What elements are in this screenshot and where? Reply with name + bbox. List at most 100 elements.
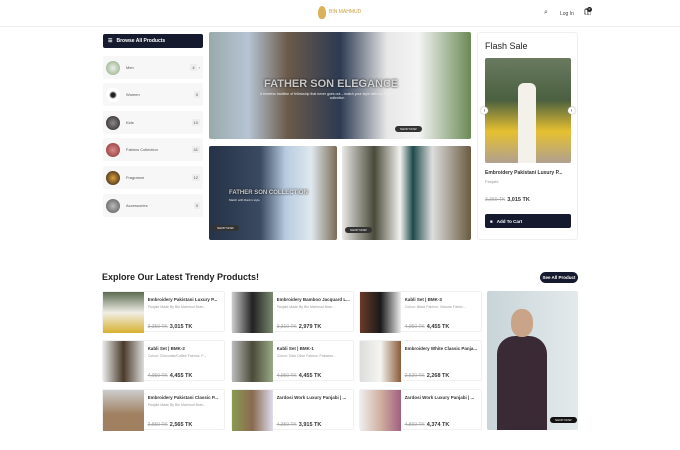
category-count: 12: [191, 174, 200, 181]
sale-price: 2,565 TK: [169, 422, 193, 428]
product-price: 4,860 TK 4,374 TK: [405, 413, 477, 429]
promo-face: [511, 309, 533, 337]
product-price: 3,350 TK 3,015 TK: [148, 315, 220, 331]
flash-sale-title: Flash Sale: [485, 41, 528, 51]
product-image[interactable]: [232, 390, 273, 431]
browse-all-products-button[interactable]: ☰ Browse All Products: [103, 34, 203, 48]
product-name[interactable]: Embroidery Bamboo Jacquard L...: [277, 297, 352, 302]
product-card[interactable]: Embroidery Pakistani Classic P... Panjab…: [102, 389, 225, 431]
hero-banner[interactable]: FATHER SON ELEGANCE A timeless tradition…: [209, 32, 471, 139]
category-label: Fragrance: [126, 175, 145, 180]
category-women[interactable]: Women 0: [103, 83, 203, 106]
product-card[interactable]: Kabli Set | BMK-3 Colour: Black Fabrics:…: [359, 291, 482, 333]
logo[interactable]: BIN MAHMUD: [318, 6, 361, 19]
product-name[interactable]: Kabli Set | BMK-2: [148, 346, 223, 351]
flash-sale-card: Flash Sale ‹ › Embroidery Pakistani Luxu…: [477, 32, 578, 240]
sub-banner-subtitle: Match with Dad in style: [229, 198, 260, 202]
flash-product-category: Panjabi: [485, 179, 499, 184]
add-to-cart-label: Add To Cart: [496, 218, 523, 224]
product-name[interactable]: Zardosi Work Luxury Panjabi | ...: [277, 395, 352, 400]
prev-arrow-icon[interactable]: ‹: [481, 107, 488, 114]
product-name[interactable]: Kabli Set | BMK-1: [277, 346, 352, 351]
category-image: [106, 60, 120, 75]
product-name[interactable]: Embroidery Pakistani Luxury P...: [148, 297, 223, 302]
product-info: Kabli Set | BMK-3 Colour: Black Fabrics:…: [401, 292, 481, 331]
sale-price: 2,979 TK: [298, 324, 322, 330]
product-price: 4,950 TK 4,455 TK: [148, 364, 220, 380]
product-name[interactable]: Zardosi Work Luxury Panjabi | ...: [405, 395, 480, 400]
hero-subtitle: A timeless tradition of fellowship that …: [259, 92, 415, 100]
see-all-product-button[interactable]: See All Product: [540, 272, 578, 283]
category-kids[interactable]: Kids 10: [103, 111, 203, 134]
product-info: Embroidery White Classic Panja... 2,520 …: [401, 341, 481, 380]
sub-banner-shop-now-button[interactable]: SHOP NOW: [345, 227, 372, 233]
product-image[interactable]: [360, 341, 401, 382]
product-card[interactable]: Zardosi Work Luxury Panjabi | ... 4,350 …: [231, 389, 354, 431]
hero-shop-now-button[interactable]: SHOP NOW: [395, 126, 422, 132]
product-description: Panjabi Made By Bin Mahmud Bran...: [147, 305, 206, 309]
product-image[interactable]: [103, 341, 144, 382]
promo-figure: [497, 336, 547, 430]
product-card[interactable]: Kabli Set | BMK-2 Colour: Chocolate/Coff…: [102, 340, 225, 382]
old-price: 4,860 TK: [404, 422, 425, 428]
sale-price: 4,374 TK: [426, 422, 450, 428]
category-image: [106, 142, 120, 157]
product-image[interactable]: [103, 292, 144, 333]
old-price: 3,310 TK: [276, 324, 297, 330]
product-info: Embroidery Pakistani Luxury P... Panjabi…: [144, 292, 224, 331]
product-name[interactable]: Kabli Set | BMK-3: [405, 297, 480, 302]
category-count: 10: [191, 119, 200, 126]
sub-banner-shop-now-button[interactable]: SHOP NOW: [212, 225, 239, 231]
sale-price: 4,455 TK: [426, 324, 450, 330]
category-image: [106, 198, 120, 213]
category-label: Men: [126, 65, 134, 70]
category-men[interactable]: Men 4 ›: [103, 56, 203, 79]
product-card[interactable]: Zardosi Work Luxury Panjabi | ... 4,860 …: [359, 389, 482, 431]
category-image: [106, 87, 120, 102]
login-link[interactable]: Log In: [560, 11, 574, 17]
sub-banner-father-son[interactable]: FATHER SON COLLECTION Match with Dad in …: [209, 146, 337, 240]
flash-product-name[interactable]: Embroidery Pakistani Luxury P...: [485, 170, 562, 176]
sale-price: 3,915 TK: [298, 422, 322, 428]
promo-shop-now-button[interactable]: SHOP NOW: [550, 417, 577, 423]
product-image[interactable]: [360, 390, 401, 431]
product-description: Colour: Black Fabrics: Viscose Fabric...: [404, 305, 466, 309]
logo-mark-icon: [318, 6, 326, 19]
chevron-right-icon: ›: [198, 65, 200, 70]
product-name[interactable]: Embroidery Pakistani Classic P...: [148, 395, 223, 400]
product-image[interactable]: [360, 292, 401, 333]
product-card[interactable]: Embroidery Pakistani Luxury P... Panjabi…: [102, 291, 225, 333]
category-accessories[interactable]: Accessories 0: [103, 194, 203, 217]
add-to-cart-button[interactable]: ■ Add To Cart: [485, 214, 571, 228]
next-arrow-icon[interactable]: ›: [568, 107, 575, 114]
category-count: 4: [190, 64, 197, 71]
product-price: 2,520 TK 2,268 TK: [405, 364, 477, 380]
product-price: 4,950 TK 4,455 TK: [405, 315, 477, 331]
sub-banner-kabli[interactable]: SHOP NOW: [342, 146, 471, 240]
category-label: Women: [126, 92, 140, 97]
product-description: Colour: Chocolate/Coffee Fabrics: P...: [147, 354, 206, 358]
old-price: 4,950 TK: [276, 373, 297, 379]
category-fragrance[interactable]: Fragrance 12: [103, 166, 203, 189]
product-info: Embroidery Pakistani Classic P... Panjab…: [144, 390, 224, 429]
product-image[interactable]: [232, 341, 273, 382]
product-name[interactable]: Embroidery White Classic Panja...: [405, 346, 480, 351]
product-image[interactable]: [103, 390, 144, 431]
product-price: 3,310 TK 2,979 TK: [277, 315, 349, 331]
flash-product-image[interactable]: [485, 58, 571, 163]
category-count: 41: [191, 146, 200, 153]
promo-banner[interactable]: SHOP NOW: [487, 291, 578, 430]
product-card[interactable]: Embroidery Bamboo Jacquard L... Panjabi …: [231, 291, 354, 333]
search-icon[interactable]: ⌕: [544, 9, 548, 17]
product-description: Panjabi Made By Bin Mahmud Bran...: [276, 305, 335, 309]
product-card[interactable]: Embroidery White Classic Panja... 2,520 …: [359, 340, 482, 382]
category-label: Fabrics Collection: [126, 147, 158, 152]
product-price: 4,350 TK 3,915 TK: [277, 413, 349, 429]
category-fabrics[interactable]: Fabrics Collection 41: [103, 138, 203, 161]
sub-banner-title: FATHER SON COLLECTION: [229, 190, 308, 196]
cart-count-badge: 0: [587, 7, 592, 12]
old-price: 4,950 TK: [147, 373, 168, 379]
sale-price: 4,455 TK: [169, 373, 193, 379]
product-card[interactable]: Kabli Set | BMK-1 Colour: Dark Olive Fab…: [231, 340, 354, 382]
product-image[interactable]: [232, 292, 273, 333]
